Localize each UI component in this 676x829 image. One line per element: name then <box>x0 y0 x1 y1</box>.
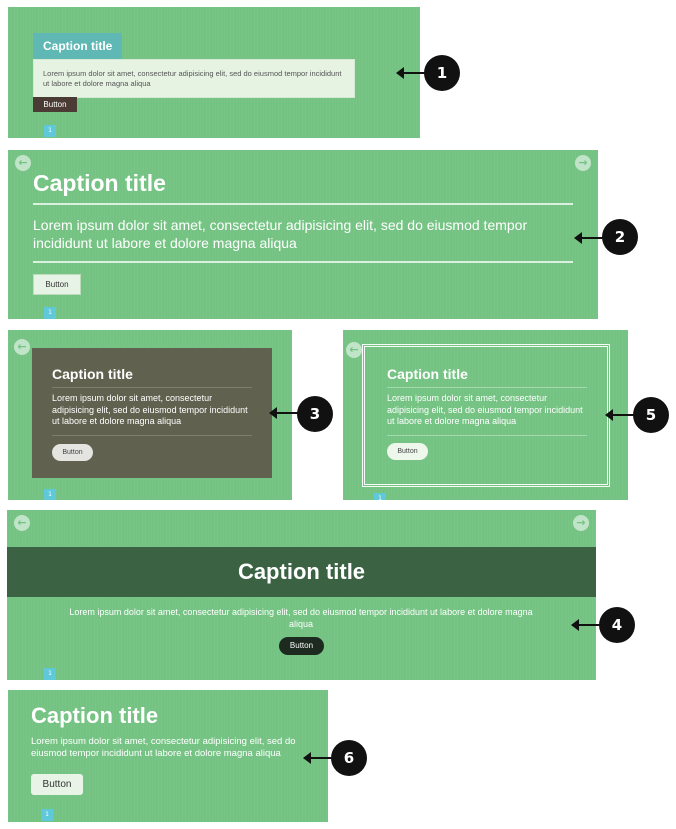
caption-title: Caption title <box>43 39 113 53</box>
callout-badge: 4 <box>599 607 635 643</box>
caption-body: Lorem ipsum dolor sit amet, consectetur … <box>387 393 583 426</box>
divider <box>52 435 252 436</box>
arrow-right-icon[interactable]: → <box>573 515 589 531</box>
divider <box>52 387 252 388</box>
divider <box>33 261 573 263</box>
divider <box>387 435 587 436</box>
caption-title: Caption title <box>52 366 133 382</box>
callout-badge: 1 <box>424 55 460 91</box>
callout-pointer <box>303 752 332 764</box>
slide-style-1: Caption title Lorem ipsum dolor sit amet… <box>8 7 420 138</box>
caption-button[interactable]: Button <box>31 774 83 795</box>
caption-box-dark: Caption title Lorem ipsum dolor sit amet… <box>32 348 272 478</box>
callout-badge: 2 <box>602 219 638 255</box>
caption-body: Lorem ipsum dolor sit amet, consectetur … <box>33 217 528 251</box>
caption-title-tab: Caption title <box>33 33 122 59</box>
pager-bullet[interactable]: 1 <box>44 489 56 500</box>
pager-bullet[interactable]: 1 <box>44 125 56 137</box>
pager-bullet[interactable]: 1 <box>44 668 56 680</box>
callout-badge: 3 <box>297 396 333 432</box>
caption-body: Lorem ipsum dolor sit amet, consectetur … <box>52 393 248 426</box>
caption-title: Caption title <box>387 366 468 382</box>
arrow-left-icon[interactable]: ← <box>346 342 362 358</box>
caption-button[interactable]: Button <box>279 637 324 655</box>
callout-pointer <box>571 619 600 631</box>
caption-body-box: Lorem ipsum dolor sit amet, consectetur … <box>33 59 355 98</box>
slide-style-6: Caption title Lorem ipsum dolor sit amet… <box>8 690 328 822</box>
divider <box>33 203 573 205</box>
callout-pointer <box>605 409 634 421</box>
caption-button[interactable]: Button <box>52 444 93 461</box>
callout-badge: 6 <box>331 740 367 776</box>
caption-button[interactable]: Button <box>33 97 77 112</box>
caption-title-band: Caption title <box>7 547 596 597</box>
caption-body: Lorem ipsum dolor sit amet, consectetur … <box>69 607 533 629</box>
caption-body: Lorem ipsum dolor sit amet, consectetur … <box>43 69 342 88</box>
arrow-right-icon[interactable]: → <box>575 155 591 171</box>
pager-bullet[interactable]: 1 <box>374 493 386 500</box>
slide-style-5: ← Caption title Lorem ipsum dolor sit am… <box>343 330 628 500</box>
arrow-left-icon[interactable]: ← <box>15 155 31 171</box>
slide-style-4: ← → Caption title Lorem ipsum dolor sit … <box>7 510 596 680</box>
callout-badge: 5 <box>633 397 669 433</box>
caption-title: Caption title <box>237 559 366 584</box>
caption-title: Caption title <box>31 703 159 728</box>
caption-button[interactable]: Button <box>33 274 81 295</box>
arrow-left-icon[interactable]: ← <box>14 515 30 531</box>
slide-style-2: ← → Caption title Lorem ipsum dolor sit … <box>8 150 598 319</box>
caption-body: Lorem ipsum dolor sit amet, consectetur … <box>31 736 296 759</box>
caption-title: Caption title <box>33 170 166 196</box>
pager-bullet[interactable]: 1 <box>41 809 53 821</box>
callout-pointer <box>574 232 603 244</box>
callout-pointer <box>269 407 298 419</box>
slide-style-3: ← Caption title Lorem ipsum dolor sit am… <box>8 330 292 500</box>
double-border-frame: Caption title Lorem ipsum dolor sit amet… <box>362 344 610 487</box>
pager-bullet[interactable]: 1 <box>44 307 56 319</box>
arrow-left-icon[interactable]: ← <box>14 339 30 355</box>
caption-button[interactable]: Button <box>387 443 428 460</box>
divider <box>387 387 587 388</box>
callout-pointer <box>396 67 425 79</box>
